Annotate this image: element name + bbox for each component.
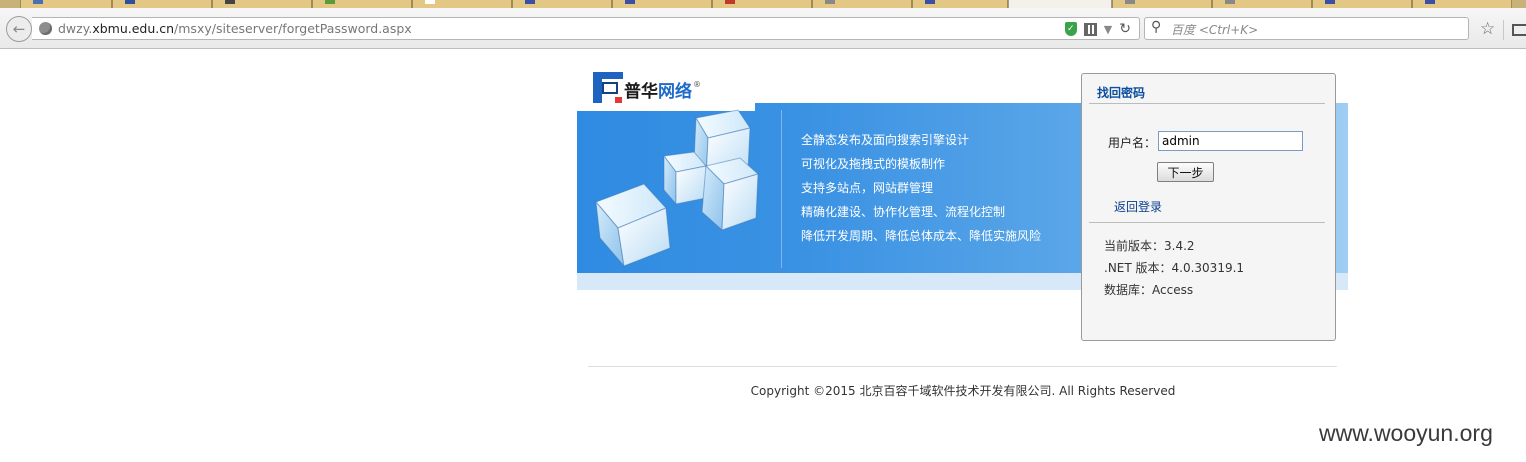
browser-tab[interactable] — [1412, 0, 1512, 8]
back-to-login-link[interactable]: 返回登录 — [1114, 198, 1162, 215]
footer: Copyright ©2015 北京百容千域软件技术开发有限公司. All Ri… — [0, 382, 1526, 399]
logo-mark-icon — [593, 72, 623, 104]
next-button[interactable]: 下一步 — [1157, 162, 1214, 182]
feature-item: 可视化及拖拽式的模板制作 — [801, 157, 946, 171]
browser-tab[interactable] — [212, 0, 312, 8]
registered-mark: ® — [693, 80, 701, 89]
watermark: www.wooyun.org — [1319, 420, 1493, 446]
toolbar-separator — [1503, 20, 1504, 40]
favicon-icon — [1125, 0, 1135, 4]
feature-item: 降低开发周期、降低总体成本、降低实施风险 — [801, 229, 1042, 243]
panel-title: 找回密码 — [1097, 86, 1146, 100]
reload-icon[interactable]: ↻ — [1119, 21, 1131, 37]
favicon-icon — [425, 0, 435, 4]
back-arrow-icon: ← — [12, 20, 26, 38]
feature-item: 精确化建设、协作化管理、流程化控制 — [801, 205, 1006, 219]
search-placeholder: 百度 <Ctrl+K> — [1171, 23, 1259, 37]
cube-left — [595, 183, 671, 268]
tab-strip — [0, 0, 1526, 8]
favicon-icon — [525, 0, 535, 4]
browser-tab[interactable] — [1212, 0, 1312, 8]
feature-item: 支持多站点，网站群管理 — [801, 181, 934, 195]
favicon-icon — [1325, 0, 1335, 4]
banner-divider — [781, 110, 782, 268]
browser-tab[interactable] — [312, 0, 412, 8]
browser-tab[interactable] — [512, 0, 612, 8]
qr-code-icon[interactable] — [1083, 22, 1097, 36]
feature-item: 全静态发布及面向搜索引擎设计 — [801, 133, 970, 147]
favicon-icon — [1225, 0, 1235, 4]
favicon-icon — [325, 0, 335, 4]
favicon-icon — [33, 0, 43, 4]
copyright-text: Copyright ©2015 北京百容千域软件技术开发有限公司. All Ri… — [750, 384, 1176, 398]
favicon-icon — [825, 0, 835, 4]
footer-divider — [588, 366, 1337, 367]
version-info: 当前版本：3.4.2 — [1104, 239, 1195, 253]
net-version-info: .NET 版本：4.0.30319.1 — [1104, 261, 1245, 275]
favicon-icon — [925, 0, 935, 4]
address-bar-icons: ✓ ▼ ↻ — [1064, 21, 1131, 37]
favicon-icon — [225, 0, 235, 4]
logo-text: 普华网络 — [624, 82, 692, 102]
url-prefix: dwzy. — [58, 21, 93, 36]
panel-divider — [1089, 222, 1325, 223]
forgot-password-panel: 找回密码 用户名： 下一步 返回登录 当前版本：3.4.2 .NET 版本：4.… — [1081, 73, 1336, 341]
toolbar-overflow-icon[interactable] — [1512, 24, 1526, 36]
back-button[interactable]: ← — [6, 16, 32, 42]
logo-text-part1: 普华 — [624, 82, 658, 102]
cube-middle-left — [663, 151, 707, 206]
bookmark-star-icon[interactable]: ☆ — [1480, 21, 1495, 38]
browser-tab[interactable] — [412, 0, 512, 8]
browser-tab[interactable] — [712, 0, 812, 8]
favicon-icon — [725, 0, 735, 4]
browser-tab-active[interactable] — [1008, 0, 1112, 8]
favicon-icon — [125, 0, 135, 4]
site-identity-icon[interactable] — [39, 22, 52, 35]
browser-tab[interactable] — [112, 0, 212, 8]
logo-text-part2: 网络 — [658, 82, 692, 102]
favicon-icon — [1425, 0, 1435, 4]
url-domain: xbmu.edu.cn — [92, 21, 175, 36]
cube-middle-right — [701, 157, 760, 232]
browser-tab[interactable] — [1112, 0, 1212, 8]
favicon-icon — [625, 0, 635, 4]
search-icon[interactable]: ⚲ — [1151, 19, 1161, 35]
browser-tab[interactable] — [20, 0, 112, 8]
feature-list: 全静态发布及面向搜索引擎设计 可视化及拖拽式的模板制作 支持多站点，网站群管理 … — [801, 130, 1041, 250]
browser-tab[interactable] — [812, 0, 912, 8]
dropdown-arrow-icon[interactable]: ▼ — [1104, 23, 1112, 36]
database-info: 数据库：Access — [1104, 283, 1194, 297]
address-bar[interactable]: dwzy.xbmu.edu.cn/msxy/siteserver/forgetP… — [32, 17, 1140, 40]
url-text[interactable]: dwzy.xbmu.edu.cn/msxy/siteserver/forgetP… — [58, 21, 412, 36]
browser-tab[interactable] — [1312, 0, 1412, 8]
url-path: /msxy/siteserver/forgetPassword.aspx — [174, 21, 412, 36]
panel-divider — [1089, 103, 1325, 104]
username-input[interactable] — [1158, 131, 1303, 151]
brand-logo: 普华网络 ® — [593, 70, 705, 106]
navigation-toolbar: ← dwzy.xbmu.edu.cn/msxy/siteserver/forge… — [0, 8, 1526, 49]
search-box[interactable]: ⚲ 百度 <Ctrl+K> — [1144, 17, 1469, 40]
browser-tab[interactable] — [912, 0, 1008, 8]
cubes-illustration — [595, 109, 760, 268]
shield-icon[interactable]: ✓ — [1064, 22, 1077, 36]
browser-tab[interactable] — [612, 0, 712, 8]
username-label: 用户名： — [1108, 136, 1157, 150]
